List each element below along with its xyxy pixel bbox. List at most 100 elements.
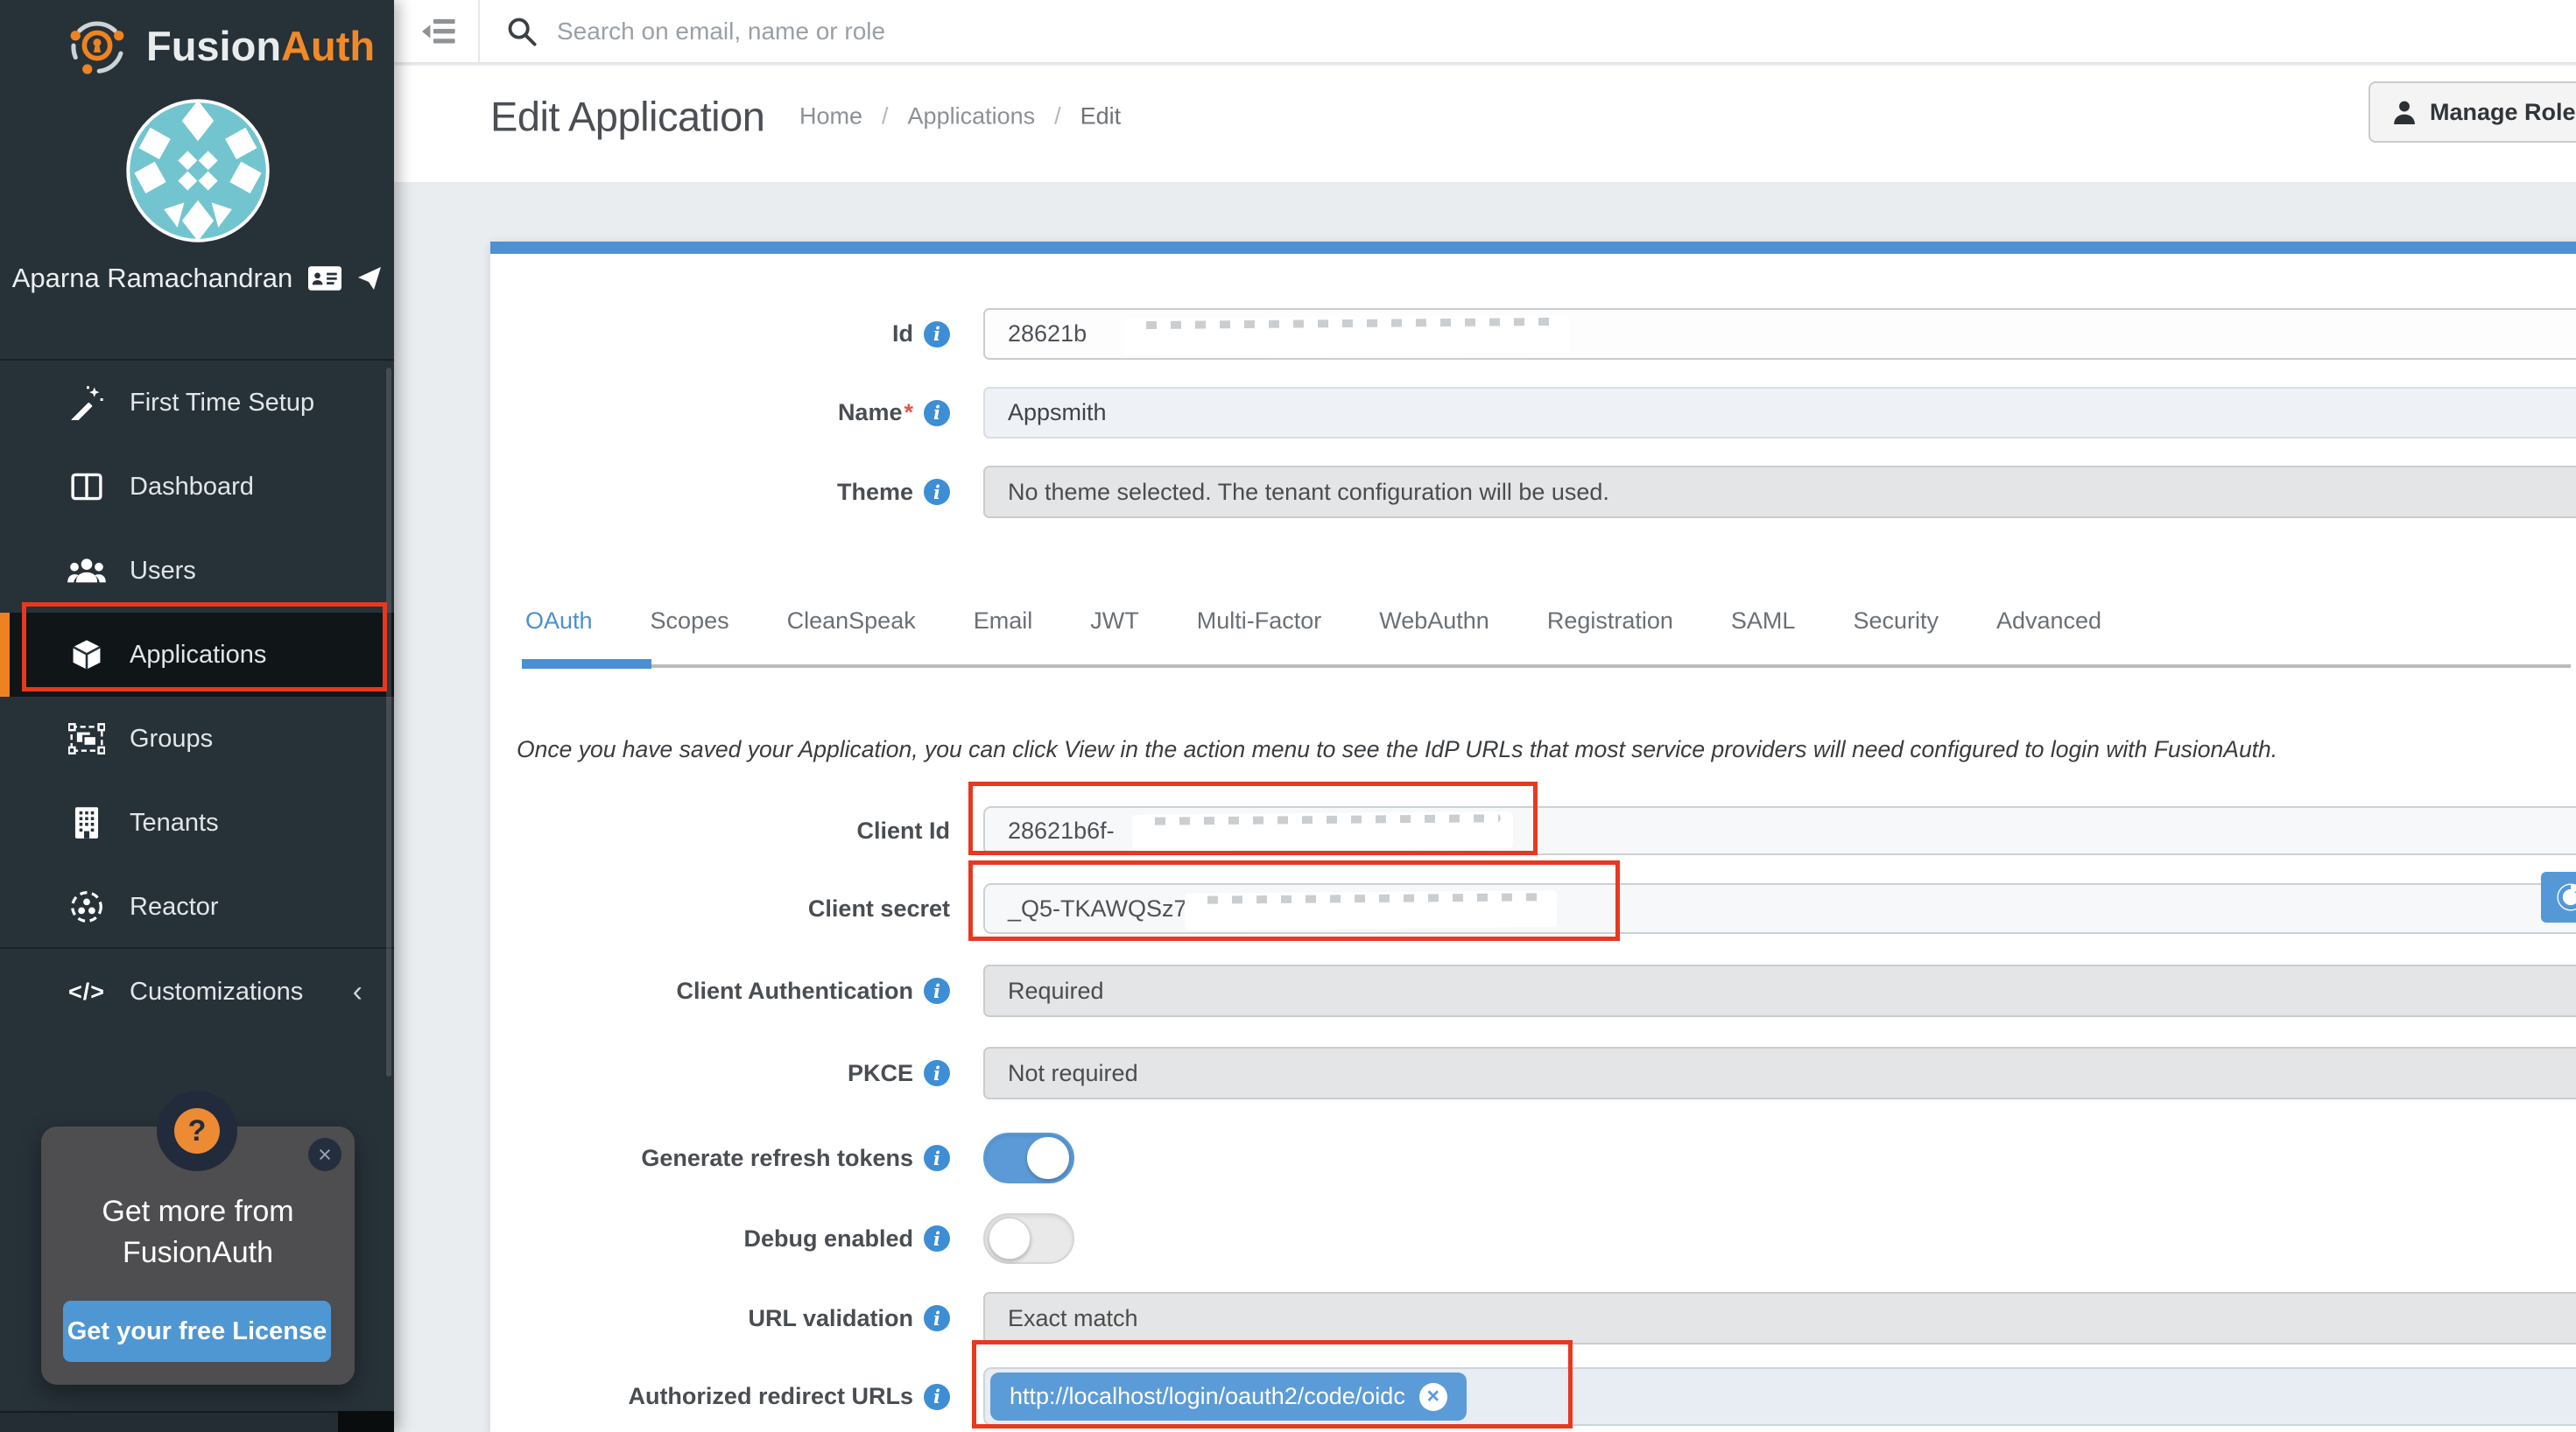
sidebar-item-reactor[interactable]: Reactor	[0, 865, 394, 949]
manage-roles-label: Manage Roles	[2430, 99, 2576, 126]
remove-chip-icon[interactable]: ×	[1419, 1383, 1447, 1411]
search-icon	[506, 16, 538, 47]
breadcrumb: Home/Applications/Edit	[799, 103, 1121, 130]
debug-enabled-label: Debug enabled i	[490, 1225, 950, 1253]
promo-close-icon[interactable]: ×	[308, 1138, 341, 1171]
application-tabs: OAuth Scopes CleanSpeak Email JWT Multi-Facto…	[522, 607, 2105, 635]
collapse-sidebar-icon[interactable]	[417, 12, 462, 51]
tab-advanced[interactable]: Advanced	[1993, 607, 2105, 635]
tab-registration[interactable]: Registration	[1544, 607, 1677, 635]
tab-saml[interactable]: SAML	[1728, 607, 1799, 635]
redirect-url-chip: http://localhost/login/oauth2/code/oidc …	[990, 1372, 1467, 1421]
chevron-left-icon[interactable]: ‹	[353, 975, 362, 1009]
sidebar: FusionAuth Aparna Ramacha	[0, 0, 394, 1432]
sidebar-scrollbar[interactable]	[386, 368, 391, 1077]
pkce-select[interactable]: Not required	[983, 1047, 2576, 1099]
url-validation-select[interactable]: Exact match	[983, 1292, 2576, 1344]
breadcrumb-home[interactable]: Home	[799, 103, 862, 130]
sidebar-item-users[interactable]: Users	[0, 529, 394, 613]
info-icon[interactable]: i	[924, 1305, 950, 1331]
sidebar-item-label: First Time Setup	[130, 389, 314, 418]
group-icon	[67, 723, 107, 755]
sidebar-item-applications[interactable]: Applications	[0, 613, 394, 697]
tab-multi-factor[interactable]: Multi-Factor	[1193, 607, 1326, 635]
sidebar-item-first-time-setup[interactable]: First Time Setup	[0, 361, 394, 445]
sidebar-item-label: Users	[130, 557, 196, 586]
oauth-help-note: Once you have saved your Application, yo…	[517, 736, 2576, 763]
question-mark-icon[interactable]: ?	[174, 1108, 220, 1154]
person-icon	[2393, 100, 2416, 124]
client-secret-value: _Q5-TKAWQSz7s	[1008, 895, 1199, 923]
generate-refresh-tokens-label: Generate refresh tokens i	[490, 1145, 950, 1172]
client-authentication-select[interactable]: Required	[983, 965, 2576, 1017]
info-icon[interactable]: i	[924, 400, 950, 426]
generate-refresh-tokens-toggle[interactable]	[983, 1133, 1074, 1183]
manage-roles-button[interactable]: Manage Roles	[2368, 81, 2576, 143]
info-icon[interactable]: i	[924, 1225, 950, 1252]
info-icon[interactable]: i	[924, 1060, 950, 1086]
fusionauth-admin-window: Edit Application Home/Applications/Edit …	[0, 0, 2576, 1432]
building-icon	[67, 806, 107, 839]
get-free-license-button[interactable]: Get your free License	[63, 1301, 331, 1362]
regenerate-secret-button[interactable]	[2541, 872, 2576, 923]
paper-plane-icon[interactable]	[357, 266, 382, 291]
sidebar-menu-footer: </> Customizations ‹	[0, 947, 394, 1035]
redirect-url-text: http://localhost/login/oauth2/code/oidc	[1010, 1383, 1405, 1410]
tabs-underline	[522, 664, 2571, 668]
client-id-label: Client Id	[490, 818, 950, 845]
name-field[interactable]: Appsmith	[983, 387, 2576, 439]
debug-enabled-toggle[interactable]	[983, 1213, 1074, 1264]
client-secret-field[interactable]: _Q5-TKAWQSz7s	[983, 883, 2576, 934]
redaction-overlay	[1132, 811, 1513, 852]
sidebar-item-groups[interactable]: Groups	[0, 697, 394, 781]
topbar	[394, 0, 2576, 64]
application-form-card: Id i 28621b Name* i Appsmith	[490, 242, 2576, 1432]
tab-cleanspeak[interactable]: CleanSpeak	[784, 607, 919, 635]
client-id-field[interactable]: 28621b6f-	[983, 806, 2576, 855]
theme-value: No theme selected. The tenant configurat…	[1008, 479, 1609, 506]
topbar-divider	[478, 0, 480, 62]
info-icon[interactable]: i	[924, 1145, 950, 1171]
code-icon: </>	[67, 979, 107, 1006]
info-icon[interactable]: i	[924, 978, 950, 1004]
tab-email[interactable]: Email	[970, 607, 1037, 635]
search-input[interactable]	[557, 18, 1695, 46]
tab-security[interactable]: Security	[1849, 607, 1942, 635]
wand-icon	[67, 385, 107, 420]
info-icon[interactable]: i	[924, 479, 950, 505]
tab-oauth[interactable]: OAuth	[522, 607, 596, 635]
sidebar-item-tenants[interactable]: Tenants	[0, 781, 394, 865]
id-card-icon[interactable]	[308, 266, 341, 291]
fusionauth-logo[interactable]: FusionAuth	[66, 14, 375, 77]
page-header: Edit Application Home/Applications/Edit …	[394, 66, 2576, 182]
info-icon[interactable]: i	[924, 1384, 950, 1410]
theme-select[interactable]: No theme selected. The tenant configurat…	[983, 466, 2576, 518]
sidebar-bottom-band	[0, 1411, 394, 1432]
name-value: Appsmith	[1008, 399, 1107, 426]
page-title: Edit Application	[490, 93, 764, 141]
info-icon[interactable]: i	[924, 321, 950, 347]
tab-jwt[interactable]: JWT	[1087, 607, 1142, 635]
theme-label: Theme i	[490, 479, 950, 506]
users-icon	[67, 556, 107, 586]
active-tab-indicator	[522, 659, 651, 669]
tab-scopes[interactable]: Scopes	[647, 607, 733, 635]
client-authentication-label: Client Authentication i	[490, 978, 950, 1005]
url-validation-value: Exact match	[1008, 1305, 1138, 1332]
sidebar-item-label: Tenants	[130, 809, 219, 838]
sidebar-item-dashboard[interactable]: Dashboard	[0, 445, 394, 529]
authorized-redirect-urls-field[interactable]: http://localhost/login/oauth2/code/oidc …	[983, 1367, 2576, 1426]
sidebar-item-label: Customizations	[130, 978, 303, 1007]
sidebar-item-label: Applications	[130, 641, 266, 670]
id-field[interactable]: 28621b	[983, 308, 2576, 360]
required-asterisk: *	[904, 399, 913, 425]
id-value: 28621b	[1008, 320, 1087, 347]
sidebar-item-customizations[interactable]: </> Customizations ‹	[0, 949, 394, 1035]
breadcrumb-applications[interactable]: Applications	[908, 103, 1036, 130]
tab-webauthn[interactable]: WebAuthn	[1376, 607, 1493, 635]
brand-fusion: Fusion	[146, 23, 281, 69]
pkce-label: PKCE i	[490, 1060, 950, 1087]
sidebar-item-label: Groups	[130, 725, 213, 754]
breadcrumb-separator: /	[882, 103, 889, 130]
authorized-redirect-urls-label: Authorized redirect URLs i	[490, 1383, 950, 1410]
